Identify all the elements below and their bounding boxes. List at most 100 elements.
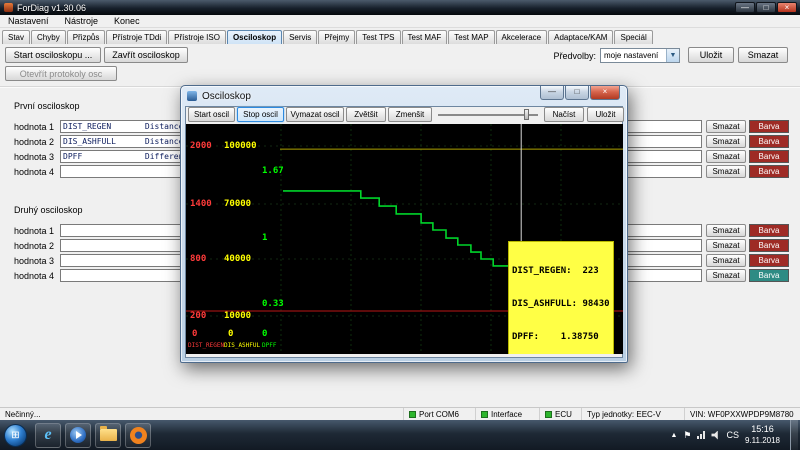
presets-label: Předvolby:	[540, 51, 596, 61]
ie-icon[interactable]: e	[35, 423, 61, 448]
start-button[interactable]: ⊞	[4, 424, 27, 447]
axis-zero: 0	[262, 329, 267, 339]
firefox-glyph	[130, 427, 147, 444]
vin-label: VIN: WF0PXXWPDP9M8780	[690, 410, 794, 419]
zoom-out-button[interactable]: Zmenšit	[388, 107, 432, 122]
firefox-icon[interactable]	[125, 423, 151, 448]
channel-label: DIST_REGEN	[188, 342, 224, 349]
taskbar: ⊞ e ▲ ⚑ CS 15:16 9.11.2018	[0, 420, 800, 450]
tab-osciloskop[interactable]: Osciloskop	[227, 30, 282, 44]
row-color-button[interactable]: Barva	[749, 135, 789, 148]
row-color-button[interactable]: Barva	[749, 254, 789, 267]
row-delete-button[interactable]: Smazat	[706, 135, 746, 148]
row-color-button[interactable]: Barva	[749, 150, 789, 163]
axis-tick: 1	[262, 233, 267, 243]
toolbar-row-1: Start osciloskopu ... Zavřít osciloskop …	[0, 47, 800, 64]
volume-icon[interactable]	[711, 431, 720, 440]
show-desktop-button[interactable]	[790, 420, 798, 450]
status-interface: Interface	[475, 408, 539, 420]
media-player-icon[interactable]	[65, 423, 91, 448]
tab-chyby[interactable]: Chyby	[31, 30, 66, 44]
tab-pristroje-tddi[interactable]: Přístroje TDdi	[106, 30, 167, 44]
menu-nastaveni[interactable]: Nastavení	[8, 16, 49, 26]
app-icon	[4, 3, 13, 12]
axis-tick: 2000	[190, 141, 212, 151]
row-label: hodnota 1	[14, 226, 54, 236]
maximize-button[interactable]: □	[756, 2, 776, 13]
tab-special[interactable]: Speciál	[614, 30, 652, 44]
close-icon[interactable]: ×	[590, 86, 620, 100]
row-color-button[interactable]: Barva	[749, 165, 789, 178]
language-indicator[interactable]: CS	[726, 430, 739, 440]
axis-tick: 800	[190, 254, 206, 264]
hidden-icons-chevron-icon[interactable]: ▲	[670, 432, 677, 439]
clear-oscil-button[interactable]: Vymazat oscil	[286, 107, 344, 122]
row-label: hodnota 2	[14, 241, 54, 251]
media-player-glyph	[70, 427, 86, 443]
start-oscil-button[interactable]: Start oscil	[188, 107, 235, 122]
maximize-button[interactable]: □	[565, 86, 589, 100]
clock-time: 15:16	[745, 424, 780, 435]
status-port: Port COM6	[403, 408, 475, 420]
start-oscilloscope-button[interactable]: Start osciloskopu ...	[5, 47, 101, 63]
preset-select[interactable]: moje nastavení ▼	[600, 48, 680, 63]
menu-nastroje[interactable]: Nástroje	[65, 16, 99, 26]
zoom-slider[interactable]	[438, 114, 538, 116]
status-ecu: ECU	[539, 408, 581, 420]
ie-glyph: e	[44, 426, 51, 444]
axis-tick: 40000	[224, 254, 251, 264]
row-delete-button[interactable]: Smazat	[706, 224, 746, 237]
tab-pristroje-iso[interactable]: Přístroje ISO	[168, 30, 226, 44]
preset-delete-button[interactable]: Smazat	[738, 47, 788, 63]
tab-servis[interactable]: Servis	[283, 30, 317, 44]
row-delete-button[interactable]: Smazat	[706, 254, 746, 267]
tab-prizpus[interactable]: Přizpůs	[67, 30, 106, 44]
row-label: hodnota 4	[14, 271, 54, 281]
close-oscilloscope-button[interactable]: Zavřít osciloskop	[104, 47, 188, 63]
slider-thumb[interactable]	[524, 109, 529, 120]
oscilloscope-plot[interactable]: 2000 1400 800 200 100000 70000 40000 100…	[186, 124, 623, 354]
menu-konec[interactable]: Konec	[114, 16, 140, 26]
zoom-in-button[interactable]: Zvětšit	[346, 107, 386, 122]
row-delete-button[interactable]: Smazat	[706, 120, 746, 133]
close-button[interactable]: ×	[777, 2, 797, 13]
load-button[interactable]: Načíst	[544, 107, 584, 122]
save-button[interactable]: Uložit	[587, 107, 624, 122]
taskbar-clock[interactable]: 15:16 9.11.2018	[745, 424, 780, 445]
port-label: Port COM6	[419, 410, 459, 419]
tab-prejmy[interactable]: Přejmy	[318, 30, 355, 44]
channel-label: DPFF	[262, 342, 276, 349]
stop-oscil-button[interactable]: Stop oscil	[237, 107, 284, 122]
open-protocols-button[interactable]: Otevřít protokoly osc	[5, 66, 117, 81]
preset-save-button[interactable]: Uložit	[688, 47, 734, 63]
tab-adaptace-kam[interactable]: Adaptace/KAM	[548, 30, 613, 44]
first-oscilloscope-title: První osciloskop	[14, 101, 80, 111]
row-color-button[interactable]: Barva	[749, 239, 789, 252]
chevron-down-icon[interactable]: ▼	[666, 49, 679, 62]
tab-test-maf[interactable]: Test MAF	[402, 30, 448, 44]
app-titlebar[interactable]: ForDiag v1.30.06 — □ ×	[0, 0, 800, 15]
status-unit-type: Typ jednotky: EEC-V	[581, 408, 684, 420]
tab-stav[interactable]: Stav	[2, 30, 30, 44]
minimize-button[interactable]: —	[540, 86, 564, 100]
action-center-flag-icon[interactable]: ⚑	[683, 430, 691, 441]
row-delete-button[interactable]: Smazat	[706, 165, 746, 178]
tab-test-tps[interactable]: Test TPS	[356, 30, 400, 44]
axis-zero: 0	[228, 329, 233, 339]
row-delete-button[interactable]: Smazat	[706, 150, 746, 163]
interface-status-led	[481, 411, 488, 418]
row-delete-button[interactable]: Smazat	[706, 269, 746, 282]
row-delete-button[interactable]: Smazat	[706, 239, 746, 252]
tab-akcelerace[interactable]: Akcelerace	[496, 30, 548, 44]
row-color-button[interactable]: Barva	[749, 269, 789, 282]
minimize-button[interactable]: —	[735, 2, 755, 13]
status-vin: VIN: WF0PXXWPDP9M8780	[684, 408, 800, 420]
row-color-button[interactable]: Barva	[749, 120, 789, 133]
row-label: hodnota 3	[14, 152, 54, 162]
tab-test-map[interactable]: Test MAP	[448, 30, 494, 44]
explorer-folder-icon[interactable]	[95, 423, 121, 448]
oscilloscope-window-title: Osciloskop	[202, 91, 251, 102]
row-color-button[interactable]: Barva	[749, 224, 789, 237]
window-icon	[187, 91, 197, 101]
network-icon[interactable]	[697, 431, 705, 439]
